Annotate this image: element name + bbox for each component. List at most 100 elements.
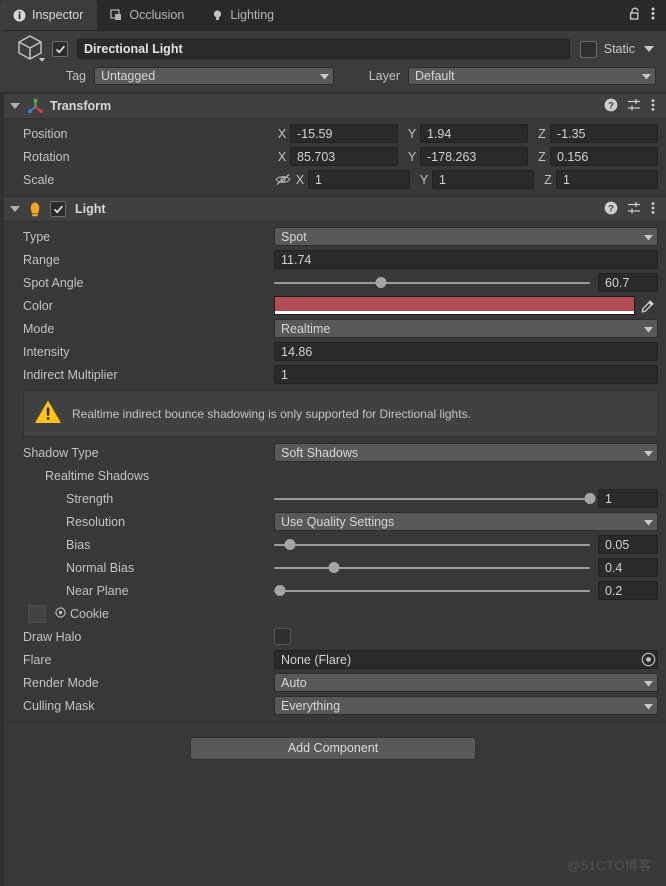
shadow-bias-input[interactable]: 0.05 <box>598 535 658 554</box>
kebab-menu-icon[interactable] <box>651 98 655 115</box>
constrain-proportions-off-icon[interactable] <box>274 173 292 186</box>
axis-y-label: Y <box>407 126 417 141</box>
help-icon[interactable]: ? <box>604 98 618 115</box>
shadow-normal-bias-input[interactable]: 0.4 <box>598 558 658 577</box>
scale-z-input[interactable]: 1 <box>556 170 658 189</box>
help-icon[interactable]: ? <box>604 201 618 218</box>
rotation-z-input[interactable]: 0.156 <box>550 147 658 166</box>
light-component-header[interactable]: Light ? <box>0 196 666 222</box>
slider-track <box>274 281 590 284</box>
object-picker-icon[interactable] <box>640 651 657 668</box>
rotation-y-input[interactable]: -178.263 <box>420 147 528 166</box>
tag-dropdown[interactable]: Untagged <box>94 67 334 85</box>
light-shadow-type-label: Shadow Type <box>23 445 99 460</box>
light-title: Light <box>75 202 106 216</box>
position-x-input[interactable]: -15.59 <box>290 124 398 143</box>
light-culling-mask-row: Culling Mask Everything <box>0 695 666 716</box>
tab-lighting[interactable]: Lighting <box>198 0 288 30</box>
tag-label: Tag <box>65 69 86 83</box>
culling-mask-dropdown[interactable]: Everything <box>274 696 658 715</box>
shadow-bias-slider[interactable] <box>274 538 590 552</box>
shadow-normal-bias-slider[interactable] <box>274 561 590 575</box>
flare-value: None (Flare) <box>281 652 352 667</box>
chevron-down-icon <box>644 230 653 244</box>
add-component-button[interactable]: Add Component <box>190 737 476 760</box>
preset-icon[interactable] <box>627 98 642 115</box>
shadow-near-plane-input[interactable]: 0.2 <box>598 581 658 600</box>
light-shadow-type-dropdown[interactable]: Soft Shadows <box>274 443 658 462</box>
light-indirect-multiplier-value: 1 <box>281 367 288 382</box>
slider-handle[interactable] <box>328 562 340 573</box>
slider-handle[interactable] <box>375 277 387 288</box>
render-mode-value: Auto <box>281 675 307 690</box>
kebab-menu-icon[interactable] <box>651 6 655 24</box>
light-type-dropdown[interactable]: Spot <box>274 227 658 246</box>
static-dropdown-chevron-down-icon[interactable] <box>644 45 654 53</box>
slider-track <box>274 543 590 546</box>
light-spot-angle-input[interactable]: 60.7 <box>598 273 658 292</box>
draw-halo-checkbox[interactable] <box>274 628 291 645</box>
flare-object-field[interactable]: None (Flare) <box>274 650 658 669</box>
light-range-row: Range 11.74 <box>0 249 666 270</box>
object-picker-icon[interactable] <box>55 606 66 621</box>
position-z-input[interactable]: -1.35 <box>550 124 658 143</box>
scale-y-input[interactable]: 1 <box>432 170 534 189</box>
light-shadow-normal-bias-row: Normal Bias 0.4 <box>0 557 666 578</box>
warning-triangle-icon <box>34 399 62 428</box>
eyedropper-icon[interactable] <box>638 296 658 315</box>
static-checkbox[interactable] <box>579 40 597 58</box>
light-spot-angle-slider[interactable] <box>274 276 590 290</box>
tag-value: Untagged <box>101 69 156 83</box>
slider-handle[interactable] <box>284 539 296 550</box>
light-foldout-icon[interactable] <box>8 202 22 216</box>
gameobject-name-input[interactable]: Directional Light <box>77 39 570 59</box>
shadow-strength-slider[interactable] <box>274 492 596 506</box>
light-realtime-shadows-group-row: Realtime Shadows <box>0 465 666 486</box>
transform-foldout-icon[interactable] <box>8 99 22 113</box>
cookie-label-wrap: Cookie <box>55 607 109 621</box>
warning-text: Realtime indirect bounce shadowing is on… <box>72 406 471 421</box>
layer-value: Default <box>415 69 455 83</box>
scale-x-input[interactable]: 1 <box>308 170 410 189</box>
padlock-open-icon[interactable] <box>628 6 642 24</box>
gameobject-header: Directional Light Static Tag Untagged La… <box>0 31 666 93</box>
realtime-shadows-label: Realtime Shadows <box>45 468 150 483</box>
slider-handle[interactable] <box>274 585 286 596</box>
shadow-resolution-dropdown[interactable]: Use Quality Settings <box>274 512 658 531</box>
render-mode-dropdown[interactable]: Auto <box>274 673 658 692</box>
light-range-input[interactable]: 11.74 <box>274 250 658 269</box>
kebab-menu-icon[interactable] <box>651 201 655 218</box>
shadow-normal-bias-value: 0.4 <box>605 560 623 575</box>
rotation-x-input[interactable]: 85.703 <box>290 147 398 166</box>
scale-vector3: X 1 Y 1 Z 1 <box>274 170 658 189</box>
scale-y-value: 1 <box>439 172 446 187</box>
light-mode-dropdown[interactable]: Realtime <box>274 319 658 338</box>
shadow-bias-value: 0.05 <box>605 537 630 552</box>
transform-body: Position X -15.59 Y 1.94 Z -1.35 Rotatio… <box>0 119 666 196</box>
transform-component-header[interactable]: Transform ? <box>0 93 666 119</box>
render-mode-label: Render Mode <box>23 675 99 690</box>
light-intensity-input[interactable]: 14.86 <box>274 342 658 361</box>
light-enabled-checkbox[interactable] <box>50 201 66 217</box>
gameobject-enabled-checkbox[interactable] <box>52 41 68 57</box>
slider-handle[interactable] <box>584 493 596 504</box>
shadow-strength-input[interactable]: 1 <box>598 489 658 508</box>
light-spot-angle-value: 60.7 <box>605 275 630 290</box>
shadow-near-plane-slider[interactable] <box>274 584 590 598</box>
light-body: Type Spot Range 11.74 Spot Angle 60.7 Co… <box>0 222 666 722</box>
light-intensity-row: Intensity 14.86 <box>0 341 666 362</box>
position-y-input[interactable]: 1.94 <box>420 124 528 143</box>
preset-icon[interactable] <box>627 201 642 218</box>
watermark: @51CTO博客 <box>567 858 652 873</box>
cookie-thumbnail[interactable] <box>28 604 46 623</box>
cookie-label: Cookie <box>70 606 109 621</box>
light-flare-row: Flare None (Flare) <box>0 649 666 670</box>
tab-inspector[interactable]: Inspector <box>0 0 98 30</box>
layer-dropdown[interactable]: Default <box>408 67 656 85</box>
light-color-swatch[interactable] <box>274 296 635 315</box>
cube-icon[interactable] <box>12 30 52 68</box>
light-indirect-multiplier-label: Indirect Multiplier <box>23 367 118 382</box>
shadow-bias-label: Bias <box>66 537 91 552</box>
tab-occlusion[interactable]: Occlusion <box>97 0 198 30</box>
light-indirect-multiplier-input[interactable]: 1 <box>274 365 658 384</box>
